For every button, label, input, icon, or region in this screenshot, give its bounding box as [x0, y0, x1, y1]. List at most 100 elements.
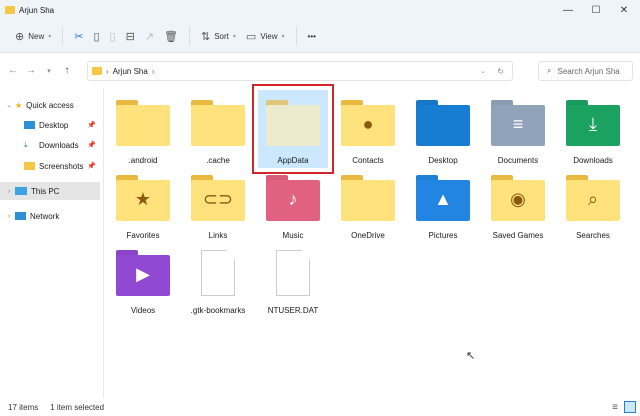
- file-name: NTUSER.DAT: [267, 306, 319, 315]
- file-item[interactable]: ≡ Documents: [483, 90, 553, 168]
- minimize-button[interactable]: —: [554, 0, 582, 20]
- status-bar: 17 items 1 item selected ≡: [0, 398, 640, 416]
- file-item[interactable]: ◉ Saved Games: [483, 165, 553, 243]
- file-name: Links: [208, 231, 228, 240]
- links-folder-icon: ⊂⊃: [191, 175, 245, 221]
- maximize-button[interactable]: ☐: [582, 0, 610, 20]
- desktop-icon: [24, 121, 35, 129]
- documents-folder-icon: ≡: [491, 100, 545, 146]
- file-item[interactable]: ★ Favorites: [108, 165, 178, 243]
- file-item[interactable]: OneDrive: [333, 165, 403, 243]
- file-name: Favorites: [126, 231, 160, 240]
- paste-button[interactable]: ▯: [105, 25, 121, 47]
- sort-label: Sort: [214, 31, 229, 41]
- divider: [189, 27, 190, 45]
- rename-button[interactable]: ⊟: [121, 25, 140, 47]
- file-item[interactable]: .gtk-bookmarks: [183, 240, 253, 318]
- sidebar-item-quick-access[interactable]: ⌄ ★ Quick access: [0, 96, 100, 114]
- file-item[interactable]: .android: [108, 90, 178, 168]
- sidebar-item-label: Quick access: [26, 100, 74, 110]
- folder-icon: [92, 67, 102, 75]
- cut-button[interactable]: ✂: [69, 25, 88, 47]
- sidebar-item-label: This PC: [31, 186, 60, 196]
- sort-button[interactable]: ⇅ Sort ▾: [196, 25, 241, 47]
- file-item[interactable]: Desktop: [408, 90, 478, 168]
- favorites-folder-icon: ★: [116, 175, 170, 221]
- plus-circle-icon: ⊕: [15, 30, 25, 43]
- folder-folder-icon: [116, 100, 170, 146]
- address-row: ← → ▾ ↑ › Arjun Sha › ⌄ ↻ ⌕ Search Arjun…: [0, 53, 640, 88]
- file-item[interactable]: NTUSER.DAT: [258, 240, 328, 318]
- file-item[interactable]: ⊂⊃ Links: [183, 165, 253, 243]
- file-item[interactable]: AppData: [252, 84, 334, 174]
- forward-icon[interactable]: →: [22, 65, 40, 76]
- divider: [295, 27, 297, 45]
- file-item[interactable]: ⌕ Searches: [558, 165, 628, 243]
- file-item[interactable]: ▲ Pictures: [408, 165, 478, 243]
- address-bar[interactable]: › Arjun Sha › ⌄ ↻: [87, 61, 513, 81]
- file-item[interactable]: ♪ Music: [258, 165, 328, 243]
- sidebar-item-network[interactable]: › Network: [0, 207, 100, 225]
- pin-icon[interactable]: 📌: [87, 162, 96, 170]
- sidebar-item-downloads[interactable]: ⤓ Downloads 📌: [0, 136, 100, 154]
- file-name: Documents: [497, 156, 539, 165]
- search-placeholder: Search Arjun Sha: [557, 66, 620, 76]
- breadcrumb-arjun-sha[interactable]: Arjun Sha: [113, 67, 148, 76]
- file-name: Videos: [130, 306, 156, 315]
- sidebar-item-this-pc[interactable]: › This PC: [0, 182, 100, 200]
- copy-icon: ▯: [93, 30, 100, 43]
- pictures-folder-icon: ▲: [416, 175, 470, 221]
- file-icon: [201, 250, 235, 296]
- more-button[interactable]: •••: [303, 25, 321, 47]
- tiles-view-icon[interactable]: [624, 401, 636, 413]
- file-item[interactable]: ⤓ Downloads: [558, 90, 628, 168]
- pin-icon[interactable]: 📌: [87, 121, 96, 129]
- chevron-right-icon: ›: [7, 212, 11, 220]
- new-button[interactable]: ⊕ New ▾: [10, 25, 56, 47]
- sidebar-item-screenshots[interactable]: Screenshots 📌: [0, 157, 100, 175]
- breadcrumb-separator: ›: [151, 66, 155, 76]
- sidebar-item-label: Screenshots: [39, 161, 84, 171]
- desktop-folder-icon: [416, 100, 470, 146]
- search-input[interactable]: ⌕ Search Arjun Sha: [538, 61, 633, 81]
- file-icon: [276, 250, 310, 296]
- searches-folder-icon: ⌕: [566, 175, 620, 221]
- new-label: New: [28, 31, 45, 41]
- mouse-cursor-icon: ↖: [466, 350, 476, 362]
- sidebar-item-desktop[interactable]: Desktop 📌: [0, 116, 100, 134]
- copy-button[interactable]: ▯: [88, 25, 104, 47]
- up-icon[interactable]: ↑: [58, 65, 76, 76]
- folder-icon: [5, 6, 15, 14]
- scissors-icon: ✂: [74, 30, 84, 43]
- close-button[interactable]: ✕: [610, 0, 638, 20]
- paste-icon: ▯: [109, 30, 116, 43]
- back-icon[interactable]: ←: [4, 65, 22, 76]
- star-icon: ★: [15, 100, 23, 110]
- download-icon: ⤓: [24, 140, 28, 149]
- network-icon: [15, 212, 26, 220]
- videos-folder-icon: ▶: [116, 250, 170, 296]
- file-item[interactable]: .cache: [183, 90, 253, 168]
- file-name: OneDrive: [351, 231, 385, 240]
- delete-button[interactable]: 🗑: [159, 25, 183, 47]
- sidebar-item-label: Downloads: [39, 140, 79, 150]
- refresh-icon[interactable]: ↻: [497, 67, 504, 76]
- selection-count: 1 item selected: [50, 402, 105, 412]
- file-item[interactable]: ● Contacts: [333, 90, 403, 168]
- recent-chevron-icon[interactable]: ▾: [40, 67, 58, 75]
- view-button[interactable]: ▭ View ▾: [241, 25, 290, 47]
- file-name: Saved Games: [492, 231, 544, 240]
- pin-icon[interactable]: 📌: [87, 141, 96, 149]
- details-view-icon[interactable]: ≡: [612, 402, 618, 413]
- share-button[interactable]: ↗: [140, 25, 159, 47]
- file-item[interactable]: ▶ Videos: [108, 240, 178, 318]
- chevron-down-icon: ▾: [281, 33, 285, 40]
- file-name: Desktop: [428, 156, 458, 165]
- sort-icon: ⇅: [201, 30, 211, 43]
- chevron-down-icon[interactable]: ⌄: [480, 67, 486, 75]
- file-grid: .android .cache AppData ● Contacts Deskt…: [104, 84, 640, 398]
- file-name: AppData: [277, 156, 309, 165]
- search-icon: ⌕: [547, 66, 552, 75]
- window-title: Arjun Sha: [19, 5, 55, 15]
- sidebar-item-label: Desktop: [39, 120, 69, 130]
